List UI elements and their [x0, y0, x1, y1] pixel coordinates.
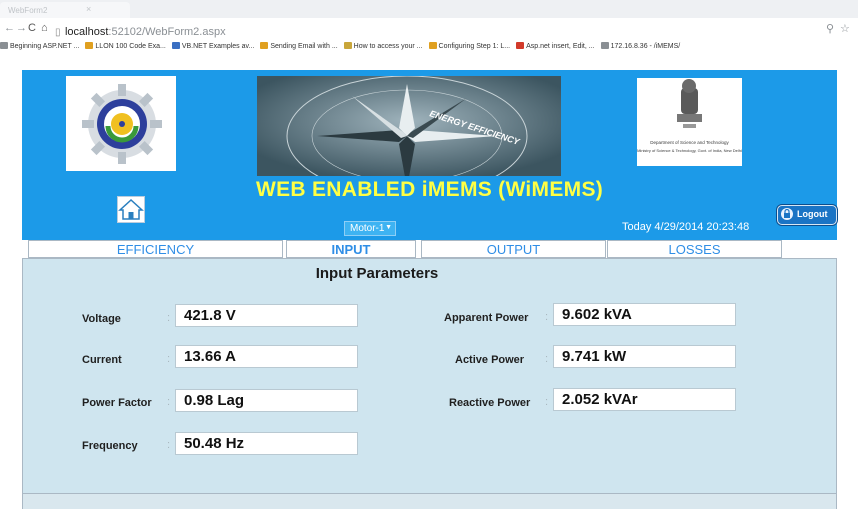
input-parameters-panel: Input Parameters Voltage : 421.8 V Curre… [22, 258, 837, 494]
address-bar[interactable]: ▯ localhost:52102/WebForm2.aspx [55, 22, 830, 38]
browser-tab[interactable]: WebForm2 × [0, 2, 130, 18]
panel-title: Input Parameters [315, 265, 439, 282]
bookmark-item[interactable]: VB.NET Examples av... [171, 42, 255, 50]
app-banner: ENERGY EFFICIENCY Department of Science … [22, 70, 837, 240]
browser-tab-strip: WebForm2 × [0, 0, 858, 18]
power-factor-field: 0.98 Lag [175, 389, 358, 412]
tab-output[interactable]: OUTPUT [421, 240, 606, 258]
active-power-label: Active Power [455, 354, 525, 366]
frequency-field: 50.48 Hz [175, 432, 358, 455]
bookmark-label: LLON 100 Code Exa... [95, 43, 166, 50]
voltage-field: 421.8 V [175, 304, 358, 327]
current-label: Current [82, 354, 122, 366]
bookmark-icon [600, 42, 609, 49]
bookmarks-bar: Beginning ASP.NET ... LLON 100 Code Exa..… [0, 42, 858, 58]
bookmark-label: How to access your ... [353, 43, 423, 50]
current-field: 13.66 A [175, 345, 358, 368]
bookmark-item[interactable]: LLON 100 Code Exa... [85, 42, 166, 50]
apparent-power-value: 9.602 kVA [562, 306, 632, 323]
browser-tab-title: WebForm2 [8, 6, 48, 15]
close-tab-icon[interactable]: × [86, 4, 91, 14]
power-factor-value: 0.98 Lag [184, 392, 245, 409]
separator: : [167, 353, 171, 365]
dst-name: Department of Science and Technology [650, 140, 729, 145]
frequency-label: Frequency [82, 440, 138, 452]
bookmark-icon [85, 42, 94, 49]
frequency-value: 50.48 Hz [184, 435, 245, 452]
bookmark-icon [516, 42, 525, 49]
reactive-power-field: 2.052 kVAr [553, 388, 736, 411]
active-power-field: 9.741 kW [553, 345, 736, 368]
tab-input[interactable]: INPUT [286, 240, 416, 258]
separator: : [167, 396, 171, 408]
bookmark-label: Configuring Step 1: L... [438, 43, 511, 50]
voltage-value: 421.8 V [184, 307, 236, 324]
bookmark-label: Beginning ASP.NET ... [10, 43, 80, 50]
csir-logo [66, 76, 176, 171]
chevron-down-icon: ▼ [385, 224, 392, 231]
bookmark-item[interactable]: Beginning ASP.NET ... [0, 42, 79, 50]
apparent-power-label: Apparent Power [444, 312, 529, 324]
home-icon [118, 198, 144, 220]
url-host: localhost [64, 26, 109, 38]
energy-efficiency-compass-image: ENERGY EFFICIENCY [257, 76, 561, 176]
tab-efficiency[interactable]: EFFICIENCY [28, 240, 283, 258]
dst-emblem: Department of Science and Technology Min… [637, 78, 742, 166]
bookmark-icon [260, 42, 269, 49]
bookmark-icon [171, 42, 180, 49]
logout-button[interactable]: Logout [777, 205, 837, 225]
reactive-power-value: 2.052 kVAr [562, 391, 638, 408]
page-icon: ▯ [55, 27, 61, 38]
reactive-power-label: Reactive Power [449, 397, 531, 409]
bookmark-label: VB.NET Examples av... [181, 43, 255, 50]
back-icon[interactable]: ← [4, 22, 15, 34]
bookmark-icon [428, 42, 437, 49]
forward-icon[interactable]: → [16, 22, 27, 34]
bookmark-label: 172.16.8.36 - /iMEMS/ [610, 43, 681, 50]
separator: : [167, 312, 171, 324]
current-datetime: Today 4/29/2014 20:23:48 [622, 221, 750, 233]
bookmark-item[interactable]: Configuring Step 1: L... [428, 42, 511, 50]
apparent-power-field: 9.602 kVA [553, 303, 736, 326]
lock-icon [781, 208, 793, 220]
separator: : [167, 439, 171, 451]
current-value: 13.66 A [184, 348, 236, 365]
home-icon[interactable]: ⌂ [41, 22, 48, 34]
motor-select-value: Motor-1 [350, 223, 385, 234]
separator: : [545, 353, 549, 365]
bookmark-icon [0, 42, 8, 49]
bookmark-icon [343, 42, 352, 49]
bookmark-item[interactable]: Asp.net insert, Edit, ... [516, 42, 595, 50]
bookmark-label: Asp.net insert, Edit, ... [526, 43, 595, 50]
star-icon[interactable]: ☆ [840, 22, 850, 35]
separator: : [545, 396, 549, 408]
tab-losses[interactable]: LOSSES [607, 240, 782, 258]
bookmark-item[interactable]: Sending Email with ... [260, 42, 338, 50]
logout-label: Logout [797, 209, 828, 219]
bookmark-label: Sending Email with ... [270, 43, 338, 50]
reload-icon[interactable]: C [28, 22, 36, 34]
power-factor-label: Power Factor [82, 397, 152, 409]
url-path: :52102/WebForm2.aspx [108, 26, 226, 38]
voltage-label: Voltage [82, 313, 121, 325]
home-button[interactable] [117, 196, 145, 223]
panel-footer [22, 494, 837, 509]
bookmark-item[interactable]: How to access your ... [343, 42, 423, 50]
bookmark-item[interactable]: 172.16.8.36 - /iMEMS/ [600, 42, 681, 50]
motor-select[interactable]: Motor-1 ▼ [344, 221, 396, 236]
active-power-value: 9.741 kW [562, 348, 627, 365]
dst-ministry: Ministry of Science & Technology, Govt. … [637, 148, 742, 153]
separator: : [545, 311, 549, 323]
